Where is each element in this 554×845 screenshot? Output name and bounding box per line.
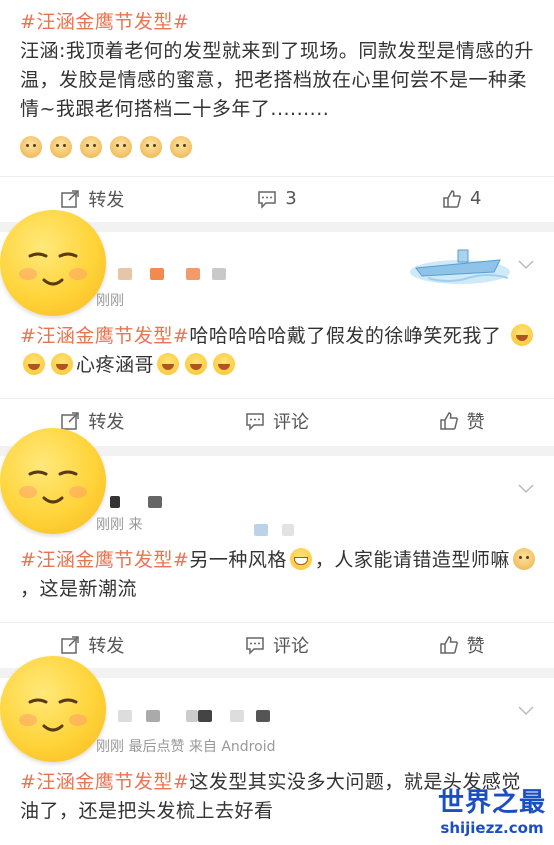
post-body: 另一种风格: [189, 549, 287, 571]
avatar[interactable]: [0, 428, 106, 534]
post-time: 刚刚 最后点赞 来自 Android: [96, 739, 276, 755]
laugh-cry-emoji: [23, 353, 45, 375]
username-mosaic: [186, 710, 198, 722]
avatar[interactable]: [0, 656, 106, 762]
topic-link[interactable]: #汪涵金鹰节发型#: [20, 11, 189, 33]
post-body: ，人家能请错造型师嘛: [314, 549, 510, 571]
share-icon: [61, 635, 80, 654]
username-mosaic: [186, 268, 200, 280]
username-mosaic: [150, 268, 164, 280]
laugh-cry-emoji: [157, 353, 180, 375]
thumbs-up-icon: [439, 635, 458, 654]
username-mosaic: [198, 710, 212, 722]
comment-label: 评论: [273, 411, 309, 433]
comment-label: 评论: [273, 635, 309, 657]
post-2-text: #汪涵金鹰节发型#哈哈哈哈哈戴了假发的徐峥笑死我了 心疼涵哥: [20, 322, 540, 380]
watermark-title: 世界之最: [437, 788, 546, 818]
comment-count: 3: [285, 188, 297, 209]
thumbs-up-icon: [443, 189, 461, 208]
smiling-face-icon: [19, 252, 87, 286]
username-mosaic: [118, 268, 132, 280]
post-body: 心疼涵哥: [76, 354, 155, 376]
doge-emoji: [512, 548, 535, 570]
post-3-text: #汪涵金鹰节发型#另一种风格 ，人家能请错造型师嘛 ，这是新潮流: [20, 546, 540, 604]
repost-button[interactable]: 转发: [0, 632, 185, 658]
username-mosaic: [118, 710, 132, 722]
username-mosaic: [254, 524, 268, 536]
username-mosaic: [146, 710, 160, 722]
comment-button[interactable]: 3: [185, 188, 370, 209]
doge-emoji: [140, 136, 162, 158]
avatar[interactable]: [0, 210, 106, 316]
comment-icon: [246, 636, 264, 655]
doge-emoji: [80, 136, 102, 158]
chevron-down-icon[interactable]: [518, 484, 534, 494]
site-watermark: 世界之最 shijiezz.com: [438, 782, 546, 837]
repost-label: 转发: [88, 189, 125, 211]
comment-button[interactable]: 评论: [185, 632, 370, 658]
username-mosaic: [212, 268, 226, 280]
smiling-face-icon: [19, 698, 87, 732]
laugh-cry-emoji: [185, 353, 208, 375]
username-mosaic: [110, 496, 120, 508]
chevron-down-icon[interactable]: [518, 260, 534, 270]
laugh-cry-emoji: [213, 353, 236, 375]
comment-button[interactable]: 评论: [185, 408, 370, 434]
username-mosaic: [282, 524, 294, 536]
chevron-down-icon[interactable]: [518, 706, 534, 716]
like-count: 4: [469, 188, 482, 209]
post-1: #汪涵金鹰节发型# 汪涵:我顶着老何的发型就来到了现场。同款发型是情感的升温，发…: [0, 0, 554, 222]
comment-icon: [246, 412, 264, 431]
topic-link[interactable]: #汪涵金鹰节发型#: [20, 549, 189, 571]
like-button[interactable]: 4: [369, 188, 554, 209]
smiling-face-icon: [19, 470, 87, 504]
repost-button[interactable]: 转发: [0, 186, 185, 212]
username-mosaic: [256, 710, 270, 722]
post-body: 汪涵:我顶着老何的发型就来到了现场。同款发型是情感的升温，发胶是情感的蜜意，把老…: [20, 40, 534, 120]
laugh-cry-emoji: [51, 353, 73, 375]
doge-emoji: [20, 136, 42, 158]
thumbs-up-icon: [439, 411, 458, 430]
emoji-row: [20, 136, 192, 158]
doge-emoji: [50, 136, 72, 158]
post-1-text: #汪涵金鹰节发型# 汪涵:我顶着老何的发型就来到了现场。同款发型是情感的升温，发…: [20, 8, 540, 124]
watermark-url: shijiezz.com: [440, 819, 544, 837]
topic-link[interactable]: #汪涵金鹰节发型#: [20, 771, 189, 793]
aircraft-carrier-badge: [410, 249, 510, 284]
post-body: ，这是新潮流: [20, 578, 138, 600]
doge-emoji: [170, 136, 192, 158]
like-button[interactable]: 赞: [369, 632, 554, 658]
topic-link[interactable]: #汪涵金鹰节发型#: [20, 325, 189, 347]
comment-icon: [258, 190, 277, 209]
share-icon: [61, 189, 80, 208]
like-label: 赞: [466, 635, 485, 657]
repost-label: 转发: [88, 635, 125, 657]
grin-emoji: [289, 548, 312, 570]
post-body: 哈哈哈哈哈戴了假发的徐峥笑死我了: [189, 325, 502, 347]
username-mosaic: [230, 710, 244, 722]
doge-emoji: [110, 136, 132, 158]
username-mosaic: [148, 496, 162, 508]
laugh-cry-emoji: [510, 324, 533, 346]
like-button[interactable]: 赞: [369, 408, 554, 434]
like-label: 赞: [466, 411, 485, 433]
